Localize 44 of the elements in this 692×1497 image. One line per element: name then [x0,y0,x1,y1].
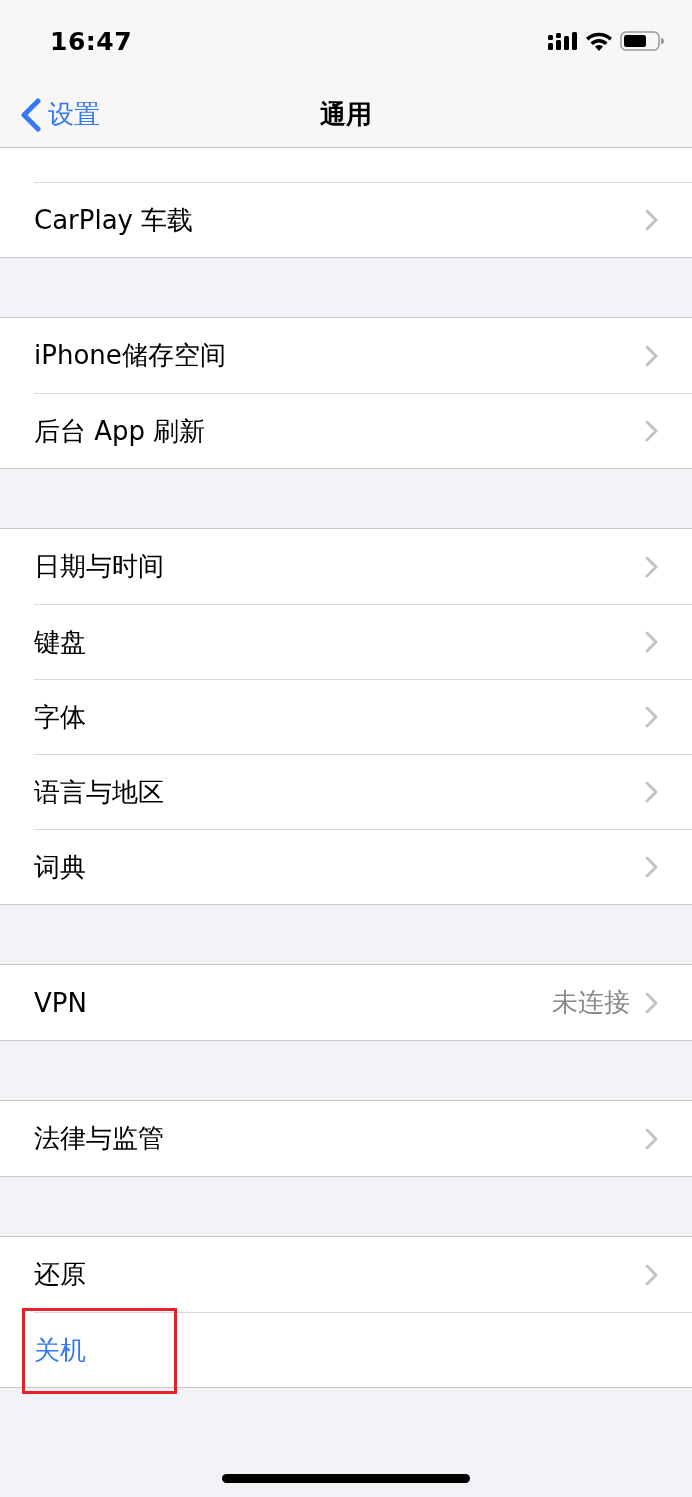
home-indicator[interactable] [222,1474,470,1483]
settings-row[interactable]: CarPlay 车载 [34,182,692,257]
signal-icon [548,31,578,51]
settings-row[interactable]: 关机 [34,1312,692,1387]
row-label: 后台 App 刷新 [34,414,207,448]
settings-row[interactable]: 字体 [34,679,692,754]
battery-icon [620,31,664,51]
row-label: 字体 [34,700,87,734]
chevron-icon [644,780,658,804]
row-value: 未连接 [552,986,630,1019]
row-label: CarPlay 车载 [34,203,195,237]
settings-row[interactable]: iPhone储存空间 [34,318,692,393]
row-label: 日期与时间 [34,550,165,583]
row-label: 关机 [34,1333,86,1367]
row-label: 语言与地区 [34,775,165,809]
row-label: 法律与监管 [34,1122,165,1155]
settings-row[interactable]: VPN 未连接 [34,965,692,1040]
back-button[interactable]: 设置 [20,97,100,132]
row-label: iPhone储存空间 [34,339,227,372]
wifi-icon [586,31,612,51]
settings-row[interactable]: 词典 [34,829,692,904]
chevron-icon [644,554,658,579]
row-label: 还原 [34,1258,87,1291]
chevron-icon [644,343,658,368]
row-label: VPN [34,987,88,1018]
row-label: 键盘 [34,625,87,659]
settings-row[interactable]: 法律与监管 [34,1101,692,1176]
settings-row[interactable]: 键盘 [34,604,692,679]
chevron-icon [644,1126,658,1151]
nav-title: 通用 [320,98,372,131]
chevron-icon [644,1262,658,1287]
chevron-icon [644,419,658,443]
chevron-icon [644,705,658,729]
chevron-icon [644,855,658,879]
status-time: 16:47 [50,26,134,56]
back-chevron-icon [20,97,42,132]
settings-row[interactable]: 日期与时间 [34,529,692,604]
chevron-icon [644,208,658,232]
settings-row[interactable]: 后台 App 刷新 [34,393,692,468]
row-label: 词典 [34,850,87,884]
chevron-icon [644,630,658,654]
chevron-icon [644,990,658,1015]
settings-row[interactable]: 还原 [34,1237,692,1312]
settings-row[interactable]: 语言与地区 [34,754,692,829]
